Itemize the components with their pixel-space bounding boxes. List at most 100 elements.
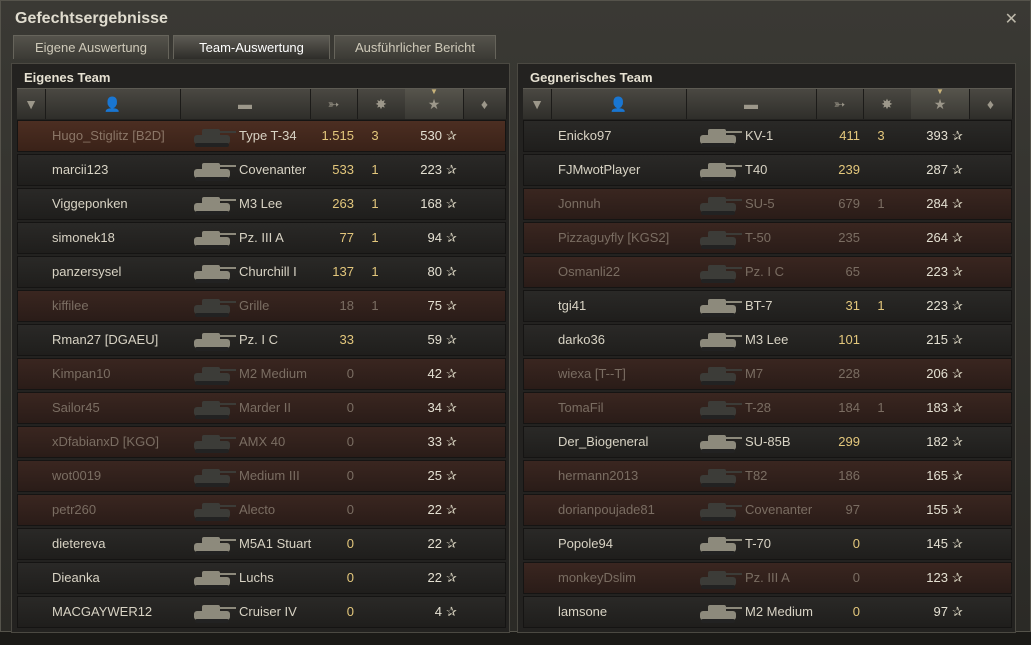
player-name: darko36 bbox=[558, 332, 605, 347]
table-row[interactable]: MACGAYWER12 Cruiser IV 0 4 ✰ bbox=[17, 596, 506, 628]
kills-value: 1 bbox=[877, 400, 885, 415]
table-row[interactable]: wiexa [T--T] M7 228 206 ✰ bbox=[523, 358, 1012, 390]
tank-icon bbox=[188, 122, 238, 150]
enemy-team-rows: Enicko97 KV-1 411 3 393 ✰ FJMwotPlayer T40 239 28… bbox=[523, 120, 1012, 630]
player-icon[interactable]: 👤 bbox=[45, 89, 181, 119]
xp-value: 22 bbox=[427, 536, 442, 551]
table-row[interactable]: darko36 M3 Lee 101 215 ✰ bbox=[523, 324, 1012, 356]
vehicle-name: T82 bbox=[745, 468, 768, 483]
player-name: FJMwotPlayer bbox=[558, 162, 641, 177]
damage-value: 101 bbox=[838, 332, 860, 347]
xp-star-icon[interactable]: ★ ▼ bbox=[911, 87, 970, 119]
vehicle-name: Grille bbox=[239, 298, 270, 313]
xp-star-icon: ✰ bbox=[446, 434, 457, 449]
table-row[interactable]: Kimpan10 M2 Medium 0 42 ✰ bbox=[17, 358, 506, 390]
player-name: wot0019 bbox=[52, 468, 102, 483]
xp-star-icon: ✰ bbox=[952, 570, 963, 585]
damage-value: 0 bbox=[346, 400, 354, 415]
destroyed-tank-icon[interactable]: ✸ bbox=[863, 89, 912, 119]
tank-icon[interactable]: ▬ bbox=[686, 89, 817, 119]
destroyed-tank-icon[interactable]: ✸ bbox=[357, 89, 406, 119]
xp-star-icon[interactable]: ★ ▼ bbox=[405, 87, 464, 119]
xp-star-icon: ✰ bbox=[952, 162, 963, 177]
xp-star-icon: ✰ bbox=[952, 604, 963, 619]
table-row[interactable]: dorianpoujade81 Covenanter 97 155 ✰ bbox=[523, 494, 1012, 526]
sort-arrow-icon: ▼ bbox=[430, 87, 438, 96]
tier-badge-icon[interactable]: ▼ bbox=[523, 89, 552, 119]
vehicle-name: Type T-34 bbox=[239, 128, 297, 143]
table-row[interactable]: Enicko97 KV-1 411 3 393 ✰ bbox=[523, 120, 1012, 152]
kills-value: 3 bbox=[371, 128, 379, 143]
table-row[interactable]: Pizzaguyfly [KGS2] T-50 235 264 ✰ bbox=[523, 222, 1012, 254]
table-row[interactable]: FJMwotPlayer T40 239 287 ✰ bbox=[523, 154, 1012, 186]
table-row[interactable]: petr260 Alecto 0 22 ✰ bbox=[17, 494, 506, 526]
table-row[interactable]: monkeyDslim Pz. III A 0 123 ✰ bbox=[523, 562, 1012, 594]
tab-own-evaluation[interactable]: Eigene Auswertung bbox=[13, 35, 169, 59]
table-row[interactable]: wot0019 Medium III 0 25 ✰ bbox=[17, 460, 506, 492]
kills-value: 3 bbox=[877, 128, 885, 143]
damage-value: 0 bbox=[346, 502, 354, 517]
table-row[interactable]: simonek18 Pz. III A 77 1 94 ✰ bbox=[17, 222, 506, 254]
xp-value: 264 bbox=[926, 230, 948, 245]
vehicle-name: M3 Lee bbox=[745, 332, 789, 347]
tank-icon bbox=[694, 394, 744, 422]
table-row[interactable]: Der_Biogeneral SU-85B 299 182 ✰ bbox=[523, 426, 1012, 458]
table-row[interactable]: Rman27 [DGAEU] Pz. I C 33 59 ✰ bbox=[17, 324, 506, 356]
medal-icon[interactable]: ♦ bbox=[463, 89, 507, 119]
tab-team-evaluation[interactable]: Team-Auswertung bbox=[173, 35, 330, 59]
tier-badge-icon[interactable]: ▼ bbox=[17, 89, 46, 119]
kills-value bbox=[363, 495, 387, 525]
vehicle-name: Churchill I bbox=[239, 264, 297, 279]
xp-value: 393 bbox=[926, 128, 948, 143]
vehicle-name: Luchs bbox=[239, 570, 274, 585]
xp-value: 223 bbox=[926, 264, 948, 279]
tank-icon bbox=[188, 360, 238, 388]
table-row[interactable]: xDfabianxD [KGO] AMX 40 0 33 ✰ bbox=[17, 426, 506, 458]
tab-detailed-report[interactable]: Ausführlicher Bericht bbox=[334, 35, 496, 59]
vehicle-name: Alecto bbox=[239, 502, 276, 517]
tank-icon bbox=[694, 598, 744, 626]
table-row[interactable]: hermann2013 T82 186 165 ✰ bbox=[523, 460, 1012, 492]
enemy-team-title: Gegnerisches Team bbox=[530, 70, 653, 85]
xp-value: 530 bbox=[420, 128, 442, 143]
table-row[interactable]: Osmanli22 Pz. I C 65 223 ✰ bbox=[523, 256, 1012, 288]
damage-icon[interactable]: ➳ bbox=[816, 89, 864, 119]
xp-star-icon: ✰ bbox=[952, 400, 963, 415]
kills-value: 1 bbox=[877, 196, 885, 211]
table-row[interactable]: Sailor45 Marder II 0 34 ✰ bbox=[17, 392, 506, 424]
xp-value: 183 bbox=[926, 400, 948, 415]
xp-star-icon: ✰ bbox=[952, 366, 963, 381]
medal-icon[interactable]: ♦ bbox=[969, 89, 1013, 119]
tank-icon bbox=[188, 326, 238, 354]
table-row[interactable]: Popole94 T-70 0 145 ✰ bbox=[523, 528, 1012, 560]
xp-star-icon: ✰ bbox=[446, 332, 457, 347]
player-name: TomaFil bbox=[558, 400, 604, 415]
table-row[interactable]: TomaFil T-28 184 1 183 ✰ bbox=[523, 392, 1012, 424]
damage-icon[interactable]: ➳ bbox=[310, 89, 358, 119]
tank-icon bbox=[694, 360, 744, 388]
player-icon[interactable]: 👤 bbox=[551, 89, 687, 119]
table-row[interactable]: dietereva M5A1 Stuart 0 22 ✰ bbox=[17, 528, 506, 560]
tank-icon[interactable]: ▬ bbox=[180, 89, 311, 119]
table-row[interactable]: panzersysel Churchill I 137 1 80 ✰ bbox=[17, 256, 506, 288]
kills-value bbox=[363, 563, 387, 593]
kills-value bbox=[363, 597, 387, 627]
tank-icon bbox=[188, 258, 238, 286]
table-row[interactable]: tgi41 BT-7 31 1 223 ✰ bbox=[523, 290, 1012, 322]
player-name: Hugo_Stiglitz [B2D] bbox=[52, 128, 165, 143]
close-icon[interactable]: ✕ bbox=[1005, 9, 1018, 29]
table-row[interactable]: lamsone M2 Medium 0 97 ✰ bbox=[523, 596, 1012, 628]
table-row[interactable]: Jonnuh SU-5 679 1 284 ✰ bbox=[523, 188, 1012, 220]
tank-icon bbox=[188, 394, 238, 422]
table-row[interactable]: Dieanka Luchs 0 22 ✰ bbox=[17, 562, 506, 594]
table-row[interactable]: kiffilee Grille 18 1 75 ✰ bbox=[17, 290, 506, 322]
damage-value: 33 bbox=[339, 332, 354, 347]
xp-star-icon: ✰ bbox=[446, 400, 457, 415]
player-name: petr260 bbox=[52, 502, 97, 517]
table-row[interactable]: marcii123 Covenanter 533 1 223 ✰ bbox=[17, 154, 506, 186]
player-name: Viggeponken bbox=[52, 196, 128, 211]
table-row[interactable]: Hugo_Stiglitz [B2D] Type T-34 1.515 3 530 ✰ bbox=[17, 120, 506, 152]
vehicle-name: M7 bbox=[745, 366, 764, 381]
vehicle-name: Pz. I C bbox=[745, 264, 785, 279]
table-row[interactable]: Viggeponken M3 Lee 263 1 168 ✰ bbox=[17, 188, 506, 220]
